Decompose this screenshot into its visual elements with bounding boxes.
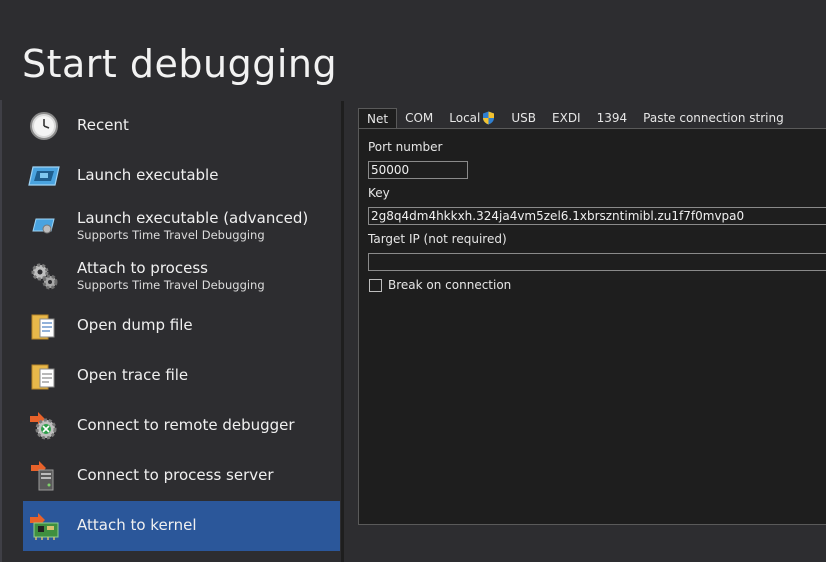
tab-net[interactable]: Net [358,108,398,129]
tab-label: Paste connection string [643,111,784,125]
tab-label: USB [511,111,537,125]
remote-gear-icon [27,409,61,443]
nav-label: Launch executable [77,166,219,185]
key-input[interactable] [368,207,826,225]
nav-item-open-dump-file[interactable]: Open dump file [23,301,340,351]
gears-icon [27,259,61,293]
connection-tabs: Net COM Local USB EXDI 1394 Paste connec… [358,108,792,129]
tab-local[interactable]: Local [441,108,503,128]
nav-sublabel: Supports Time Travel Debugging [77,228,265,243]
key-label: Key [368,186,390,200]
tab-exdi[interactable]: EXDI [544,108,589,128]
tab-paste-connection-string[interactable]: Paste connection string [635,108,792,128]
nav-label: Open dump file [77,316,193,335]
target-ip-input[interactable] [368,253,826,271]
tab-label: COM [405,111,434,125]
tab-1394[interactable]: 1394 [589,108,636,128]
nav-sublabel: Supports Time Travel Debugging [77,278,265,293]
tab-com[interactable]: COM [397,108,441,128]
nav-label: Connect to process server [77,466,274,485]
tab-label: EXDI [552,111,581,125]
server-icon [27,459,61,493]
nav-label: Attach to kernel [77,516,197,535]
tab-label: Local [449,111,481,125]
nav-item-launch-executable[interactable]: Launch executable [23,151,340,201]
break-on-connection-checkbox[interactable] [369,279,382,292]
target-ip-label: Target IP (not required) [368,232,507,246]
window-app-icon [27,159,61,193]
uac-shield-icon [482,111,495,125]
port-number-label: Port number [368,140,443,154]
tab-label: Net [367,112,389,126]
tab-label: 1394 [596,111,628,125]
debug-options-list: Recent Launch executable Launch executab… [23,101,340,562]
window-app-advanced-icon [27,209,61,243]
port-number-input[interactable] [368,161,468,179]
nav-item-connect-remote-debugger[interactable]: Connect to remote debugger [23,401,340,451]
page-title: Start debugging [22,42,338,86]
nav-label: Open trace file [77,366,189,385]
nav-item-open-trace-file[interactable]: Open trace file [23,351,340,401]
nav-item-attach-to-kernel[interactable]: Attach to kernel [23,501,340,551]
nav-item-attach-to-process[interactable]: Attach to process Supports Time Travel D… [23,251,340,301]
nav-item-recent[interactable]: Recent [23,101,340,151]
clock-icon [27,109,61,143]
nav-label: Launch executable (advanced) [77,208,309,227]
folder-document-icon [27,309,61,343]
break-on-connection-label[interactable]: Break on connection [388,278,511,292]
nav-label: Attach to process [77,258,208,277]
circuit-board-icon [27,509,61,543]
nav-item-launch-executable-advanced[interactable]: Launch executable (advanced) Supports Ti… [23,201,340,251]
nav-label: Connect to remote debugger [77,416,295,435]
nav-label: Recent [77,116,129,135]
nav-item-connect-process-server[interactable]: Connect to process server [23,451,340,501]
left-border [0,100,2,562]
pane-divider [341,101,344,562]
tab-usb[interactable]: USB [503,108,544,128]
net-settings-panel: Port number Key Target IP (not required)… [358,128,826,525]
folder-trace-icon [27,359,61,393]
